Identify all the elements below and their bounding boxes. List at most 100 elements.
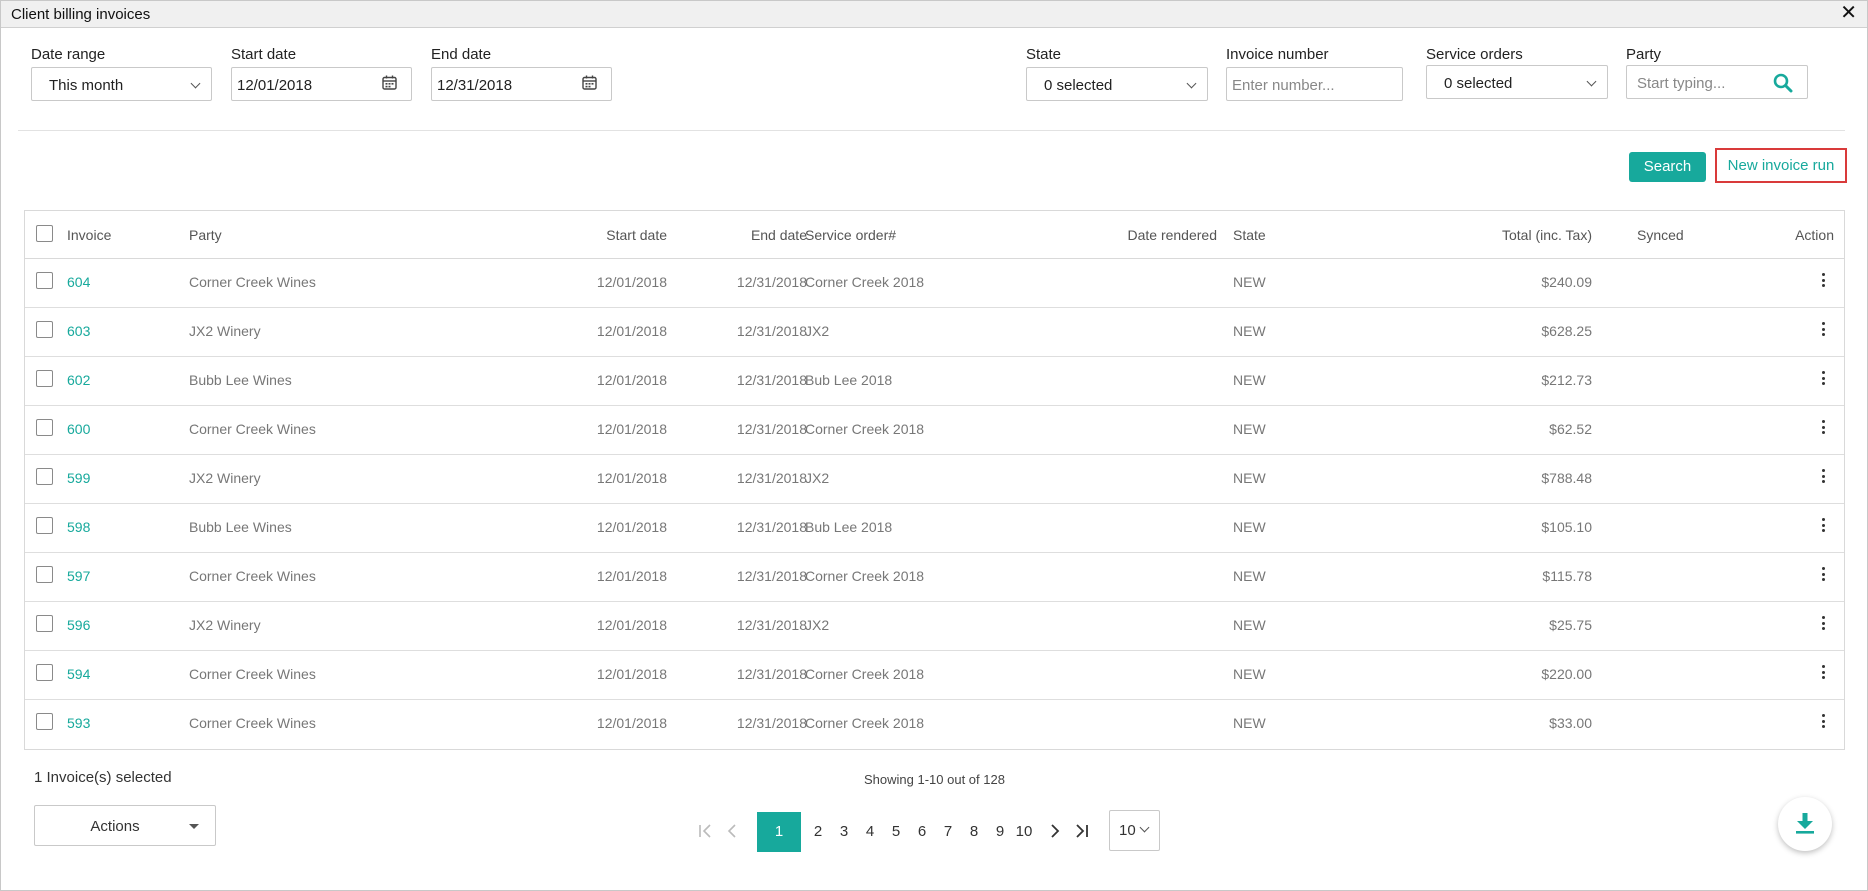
invoice-number-link[interactable]: 596 bbox=[67, 617, 90, 633]
page-3-button[interactable]: 3 bbox=[836, 812, 852, 852]
row-checkbox[interactable] bbox=[36, 615, 53, 632]
header-date-rendered[interactable]: Date rendered bbox=[1127, 227, 1217, 243]
page-2-button[interactable]: 2 bbox=[810, 812, 826, 852]
state-cell: NEW bbox=[1233, 568, 1266, 584]
table-row[interactable]: 599 JX2 Winery 12/01/2018 12/31/2018 JX2 NEW $… bbox=[25, 455, 1844, 504]
next-page-icon[interactable] bbox=[1049, 823, 1061, 839]
date-range-value: This month bbox=[49, 77, 124, 94]
page-7-button[interactable]: 7 bbox=[940, 812, 956, 852]
page-9-button[interactable]: 9 bbox=[992, 812, 1008, 852]
service-order-cell: Corner Creek 2018 bbox=[805, 715, 925, 731]
search-button[interactable]: Search bbox=[1629, 152, 1706, 182]
end-date-cell: 12/31/2018 bbox=[736, 617, 807, 633]
kebab-menu-icon[interactable] bbox=[1820, 273, 1826, 291]
invoice-number-link[interactable]: 600 bbox=[67, 421, 90, 437]
header-party[interactable]: Party bbox=[189, 227, 222, 243]
invoice-number-link[interactable]: 597 bbox=[67, 568, 90, 584]
header-end-date[interactable]: End date bbox=[751, 227, 807, 243]
page-size-select[interactable]: 10 bbox=[1109, 810, 1160, 851]
first-page-icon[interactable] bbox=[698, 823, 713, 839]
table-row[interactable]: 597 Corner Creek Wines 12/01/2018 12/31/201… bbox=[25, 553, 1844, 602]
kebab-menu-icon[interactable] bbox=[1820, 518, 1826, 536]
table-row[interactable]: 602 Bubb Lee Wines 12/01/2018 12/31/2018 Bub… bbox=[25, 357, 1844, 406]
table-row[interactable]: 594 Corner Creek Wines 12/01/2018 12/31/201… bbox=[25, 651, 1844, 700]
table-row[interactable]: 600 Corner Creek Wines 12/01/2018 12/31/201… bbox=[25, 406, 1844, 455]
start-date-label: Start date bbox=[231, 46, 297, 63]
invoice-number-link[interactable]: 594 bbox=[67, 666, 90, 682]
state-cell: NEW bbox=[1233, 274, 1266, 290]
client-billing-invoices-window: Client billing invoices ✕ Date range Thi… bbox=[0, 0, 1868, 891]
kebab-menu-icon[interactable] bbox=[1820, 616, 1826, 634]
end-date-value: 12/31/2018 bbox=[437, 77, 513, 94]
start-date-value: 12/01/2018 bbox=[237, 77, 313, 94]
kebab-menu-icon[interactable] bbox=[1820, 567, 1826, 585]
new-invoice-run-button[interactable]: New invoice run bbox=[1715, 148, 1847, 183]
row-checkbox[interactable] bbox=[36, 321, 53, 338]
table-row[interactable]: 598 Bubb Lee Wines 12/01/2018 12/31/2018 Bub… bbox=[25, 504, 1844, 553]
kebab-menu-icon[interactable] bbox=[1820, 371, 1826, 389]
party-search-input[interactable]: Start typing... bbox=[1626, 65, 1808, 99]
table-row[interactable]: 603 JX2 Winery 12/01/2018 12/31/2018 JX2 NEW $… bbox=[25, 308, 1844, 357]
table-header: Invoice Party Start date End date Servic… bbox=[25, 211, 1844, 259]
page-6-button[interactable]: 6 bbox=[914, 812, 930, 852]
row-checkbox[interactable] bbox=[36, 664, 53, 681]
kebab-menu-icon[interactable] bbox=[1820, 714, 1826, 732]
invoice-number-input[interactable]: Enter number... bbox=[1226, 67, 1403, 101]
page-8-button[interactable]: 8 bbox=[966, 812, 982, 852]
table-row[interactable]: 593 Corner Creek Wines 12/01/2018 12/31/201… bbox=[25, 700, 1844, 749]
total-cell: $62.52 bbox=[1549, 421, 1592, 437]
page-1-button[interactable]: 1 bbox=[757, 812, 801, 852]
prev-page-icon[interactable] bbox=[726, 823, 738, 839]
last-page-icon[interactable] bbox=[1074, 823, 1090, 839]
party-cell: Corner Creek Wines bbox=[189, 274, 316, 290]
kebab-menu-icon[interactable] bbox=[1820, 469, 1826, 487]
invoice-number-link[interactable]: 604 bbox=[67, 274, 90, 290]
row-checkbox[interactable] bbox=[36, 468, 53, 485]
header-state[interactable]: State bbox=[1233, 227, 1266, 243]
page-5-button[interactable]: 5 bbox=[888, 812, 904, 852]
table-row[interactable]: 604 Corner Creek Wines 12/01/2018 12/31/201… bbox=[25, 259, 1844, 308]
row-checkbox[interactable] bbox=[36, 566, 53, 583]
download-button[interactable] bbox=[1778, 797, 1832, 851]
header-start-date[interactable]: Start date bbox=[606, 227, 667, 243]
page-4-button[interactable]: 4 bbox=[862, 812, 878, 852]
invoice-number-link[interactable]: 603 bbox=[67, 323, 90, 339]
search-icon[interactable] bbox=[1773, 73, 1793, 93]
calendar-icon[interactable] bbox=[382, 75, 397, 90]
invoice-number-link[interactable]: 602 bbox=[67, 372, 90, 388]
service-orders-select[interactable]: 0 selected bbox=[1426, 65, 1608, 99]
service-order-cell: Bub Lee 2018 bbox=[805, 372, 893, 388]
state-cell: NEW bbox=[1233, 519, 1266, 535]
header-synced[interactable]: Synced bbox=[1637, 227, 1684, 243]
invoice-number-link[interactable]: 599 bbox=[67, 470, 90, 486]
row-checkbox[interactable] bbox=[36, 272, 53, 289]
kebab-menu-icon[interactable] bbox=[1820, 420, 1826, 438]
date-range-label: Date range bbox=[31, 46, 106, 63]
page-10-button[interactable]: 10 bbox=[1014, 812, 1034, 852]
invoice-number-link[interactable]: 598 bbox=[67, 519, 90, 535]
caret-down-icon bbox=[189, 824, 199, 829]
row-checkbox[interactable] bbox=[36, 713, 53, 730]
row-checkbox[interactable] bbox=[36, 517, 53, 534]
end-date-cell: 12/31/2018 bbox=[736, 519, 807, 535]
state-cell: NEW bbox=[1233, 372, 1266, 388]
start-date-field[interactable]: 12/01/2018 bbox=[231, 67, 412, 101]
kebab-menu-icon[interactable] bbox=[1820, 665, 1826, 683]
end-date-label: End date bbox=[431, 46, 492, 63]
date-range-select[interactable]: This month bbox=[31, 67, 212, 101]
header-total[interactable]: Total (inc. Tax) bbox=[1502, 227, 1592, 243]
end-date-field[interactable]: 12/31/2018 bbox=[431, 67, 612, 101]
table-row[interactable]: 596 JX2 Winery 12/01/2018 12/31/2018 JX2 NEW $… bbox=[25, 602, 1844, 651]
calendar-icon[interactable] bbox=[582, 75, 597, 90]
select-all-checkbox[interactable] bbox=[36, 225, 53, 242]
kebab-menu-icon[interactable] bbox=[1820, 322, 1826, 340]
actions-dropdown[interactable]: Actions bbox=[34, 805, 216, 846]
row-checkbox[interactable] bbox=[36, 370, 53, 387]
header-invoice[interactable]: Invoice bbox=[67, 227, 111, 243]
state-select[interactable]: 0 selected bbox=[1026, 67, 1208, 101]
header-service-order[interactable]: Service order# bbox=[805, 227, 896, 243]
row-checkbox[interactable] bbox=[36, 419, 53, 436]
state-cell: NEW bbox=[1233, 617, 1266, 633]
close-icon[interactable]: ✕ bbox=[1840, 3, 1857, 23]
invoice-number-link[interactable]: 593 bbox=[67, 715, 90, 731]
